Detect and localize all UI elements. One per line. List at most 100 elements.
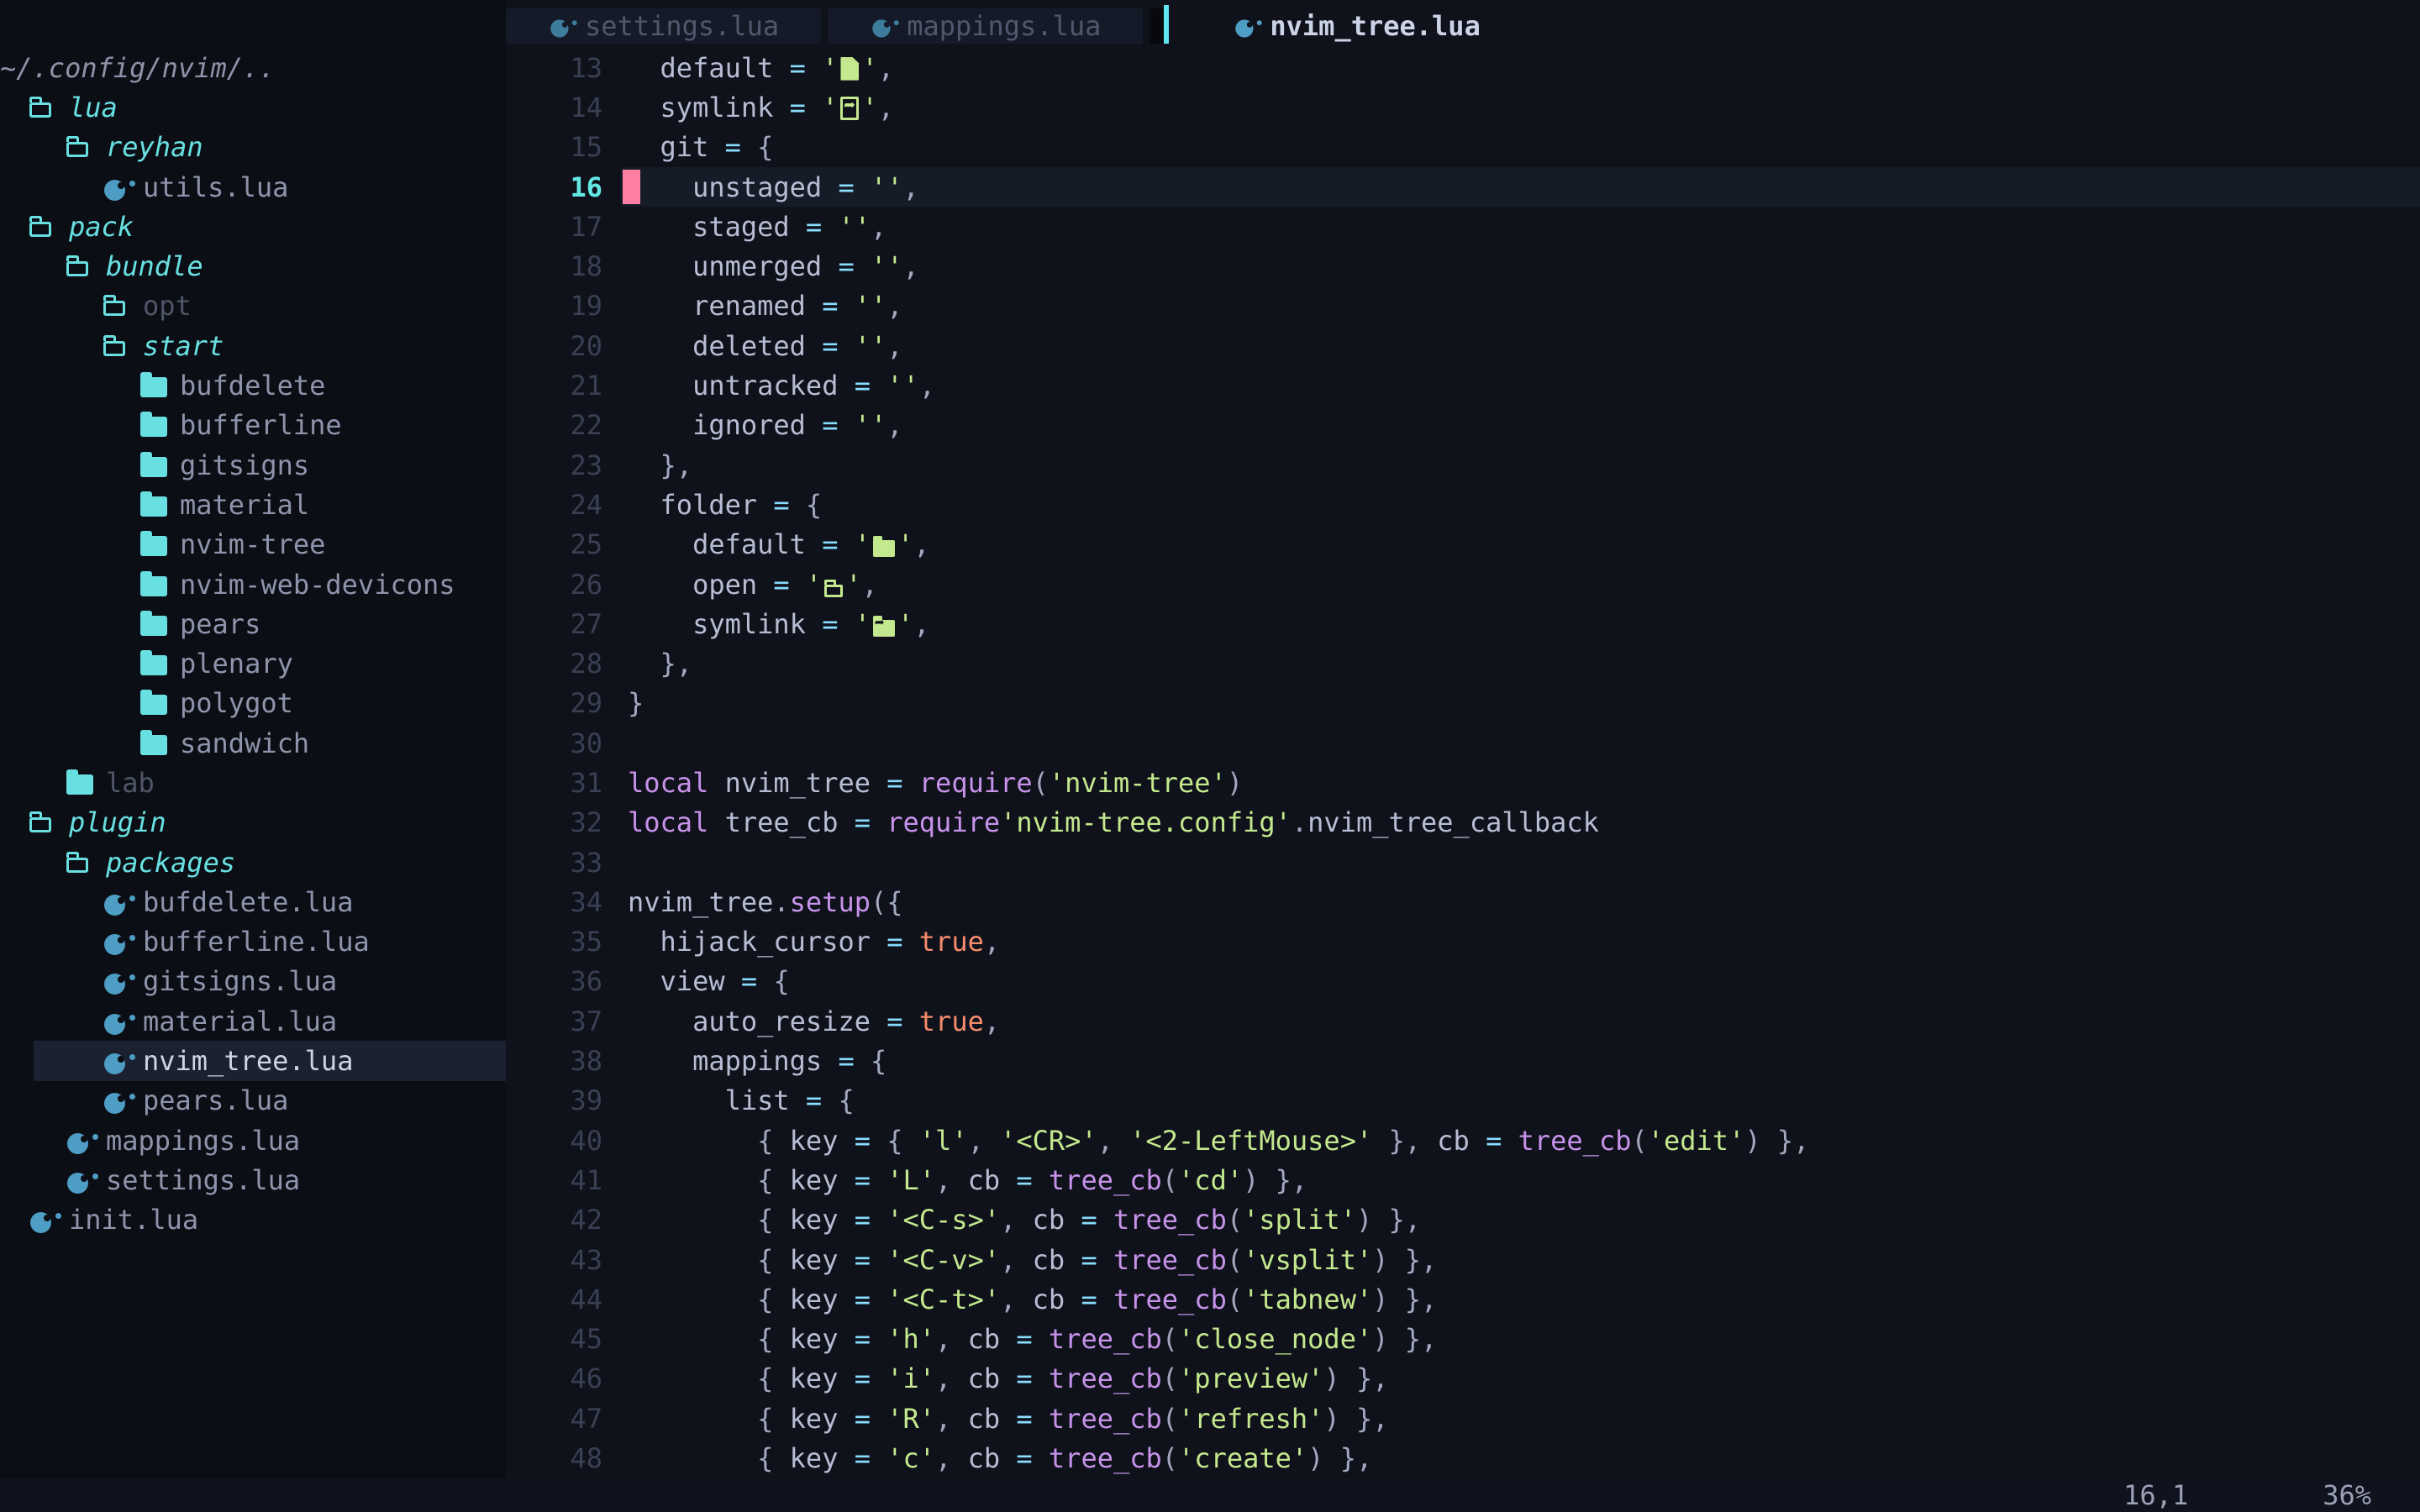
code-line-23[interactable]: 23 }, [506,445,2420,485]
code-line-27[interactable]: 27 symlink = '', [506,604,2420,643]
token-id: key [790,1362,839,1394]
tree-item-nvim-web-devicons[interactable]: nvim-web-devicons [0,564,506,604]
tree-item-bufdelete[interactable]: bufdelete [0,365,506,405]
tree-item-material[interactable]: material [0,485,506,524]
code-line-41[interactable]: 41 { key = 'L', cb = tree_cb('cd') }, [506,1160,2420,1200]
tree-item-packages[interactable]: packages [0,843,506,882]
code-line-36[interactable]: 36 view = { [506,962,2420,1001]
tree-item-label: bufferline.lua [143,926,370,958]
line-number: 17 [506,211,602,243]
code-line-26[interactable]: 26 open = '', [506,564,2420,604]
code-line-16[interactable]: 16 unstaged = '', [506,167,2420,207]
token-str: '' [855,330,887,362]
tree-item-nvim-tree[interactable]: nvim-tree [0,525,506,564]
code-line-35[interactable]: 35 hijack_cursor = true, [506,922,2420,962]
line-number: 44 [506,1284,602,1315]
tree-item-gitsigns.lua[interactable]: gitsigns.lua [0,962,506,1001]
tree-item-material.lua[interactable]: material.lua [0,1001,506,1041]
tree-item-reyhan[interactable]: reyhan [0,128,506,167]
code-line-39[interactable]: 39 list = { [506,1081,2420,1121]
tree-item-pears.lua[interactable]: pears.lua [0,1081,506,1121]
tree-item-polygot[interactable]: polygot [0,684,506,723]
code-line-37[interactable]: 37 auto_resize = true, [506,1001,2420,1041]
code-line-19[interactable]: 19 renamed = '', [506,286,2420,326]
tree-item-settings.lua[interactable]: settings.lua [0,1160,506,1200]
tree-item-lab[interactable]: lab [0,763,506,802]
tree-item-label: settings.lua [106,1164,300,1196]
code-line-46[interactable]: 46 { key = 'i', cb = tree_cb('preview') … [506,1359,2420,1399]
code-line-24[interactable]: 24 folder = { [506,485,2420,524]
code-line-31[interactable]: 31local nvim_tree = require('nvim-tree') [506,763,2420,802]
code-line-43[interactable]: 43 { key = '<C-v>', cb = tree_cb('vsplit… [506,1240,2420,1279]
tab-settings.lua[interactable]: settings.lua [506,8,821,44]
code-line-30[interactable]: 30 [506,723,2420,763]
code-line-18[interactable]: 18 unmerged = '', [506,246,2420,286]
token-id: cb [1437,1125,1470,1157]
editor-window: ~/.config/nvim/.. luareyhanutils.luapack… [0,0,2420,1478]
tree-item-gitsigns[interactable]: gitsigns [0,445,506,485]
lua-file-icon [103,1007,130,1036]
code-line-25[interactable]: 25 default = '', [506,525,2420,564]
code-line-29[interactable]: 29} [506,684,2420,723]
tab-mappings.lua[interactable]: mappings.lua [828,8,1143,44]
code-line-47[interactable]: 47 { key = 'R', cb = tree_cb('refresh') … [506,1399,2420,1438]
token-id: nvim_tree [628,886,773,918]
token-pu: ( [1162,1403,1178,1435]
tree-root-path[interactable]: ~/.config/nvim/.. [0,48,506,87]
tree-item-start[interactable]: start [0,326,506,365]
code-line-48[interactable]: 48 { key = 'c', cb = tree_cb('create') }… [506,1438,2420,1478]
tree-item-bufdelete.lua[interactable]: bufdelete.lua [0,882,506,921]
tree-item-bundle[interactable]: bundle [0,246,506,286]
tree-item-utils.lua[interactable]: utils.lua [0,167,506,207]
code-line-40[interactable]: 40 { key = { 'l', '<CR>', '<2-LeftMouse>… [506,1121,2420,1160]
token-id: key [790,1442,839,1474]
token-str: '<C-t>' [886,1284,1000,1315]
code-line-42[interactable]: 42 { key = '<C-s>', cb = tree_cb('split'… [506,1200,2420,1240]
token-pu: ( [1033,767,1049,799]
tree-item-plenary[interactable]: plenary [0,643,506,683]
tab-nvim_tree.lua[interactable]: nvim_tree.lua [1194,8,1518,44]
token-op: = [1000,1164,1049,1196]
tree-item-bufferline.lua[interactable]: bufferline.lua [0,922,506,962]
token-pu: , [935,1164,968,1196]
code-line-33[interactable]: 33 [506,843,2420,882]
code-line-44[interactable]: 44 { key = '<C-t>', cb = tree_cb('tabnew… [506,1279,2420,1319]
tree-item-mappings.lua[interactable]: mappings.lua [0,1121,506,1160]
code-line-15[interactable]: 15 git = { [506,128,2420,167]
tree-item-pears[interactable]: pears [0,604,506,643]
token-pu: , [871,211,886,243]
statusline: 16,1 36% [0,1478,2420,1512]
tree-item-lua[interactable]: lua [0,87,506,127]
code-line-17[interactable]: 17 staged = '', [506,207,2420,246]
tree-item-init.lua[interactable]: init.lua [0,1200,506,1240]
tree-item-nvim_tree.lua[interactable]: nvim_tree.lua [0,1041,506,1080]
token-id: key [790,1244,839,1276]
code-line-38[interactable]: 38 mappings = { [506,1041,2420,1080]
token-op: = [1000,1323,1049,1355]
code-line-22[interactable]: 22 ignored = '', [506,406,2420,445]
token-id: unstaged [628,171,822,203]
tree-item-sandwich[interactable]: sandwich [0,723,506,763]
line-number: 39 [506,1084,602,1116]
token-pu: , [935,1403,968,1435]
line-number: 30 [506,727,602,759]
code-line-14[interactable]: 14 symlink = '', [506,87,2420,127]
tree-item-opt[interactable]: opt [0,286,506,326]
code-line-45[interactable]: 45 { key = 'h', cb = tree_cb('close_node… [506,1320,2420,1359]
token-str: 'i' [886,1362,935,1394]
code-line-28[interactable]: 28 }, [506,643,2420,683]
tree-item-label: lab [106,767,155,799]
tree-item-plugin[interactable]: plugin [0,803,506,843]
code-line-32[interactable]: 32local tree_cb = require'nvim-tree.conf… [506,803,2420,843]
token-op: = [806,409,855,441]
tree-item-bufferline[interactable]: bufferline [0,406,506,445]
code-line-13[interactable]: 13 default = '', [506,48,2420,87]
code-line-20[interactable]: 20 deleted = '', [506,326,2420,365]
tree-item-label: material.lua [143,1005,337,1037]
token-pu: } [628,687,644,719]
tree-item-pack[interactable]: pack [0,207,506,246]
token-op: = [1065,1244,1113,1276]
token-pu: , [903,171,919,203]
code-line-34[interactable]: 34nvim_tree.setup({ [506,882,2420,921]
code-line-21[interactable]: 21 untracked = '', [506,365,2420,405]
